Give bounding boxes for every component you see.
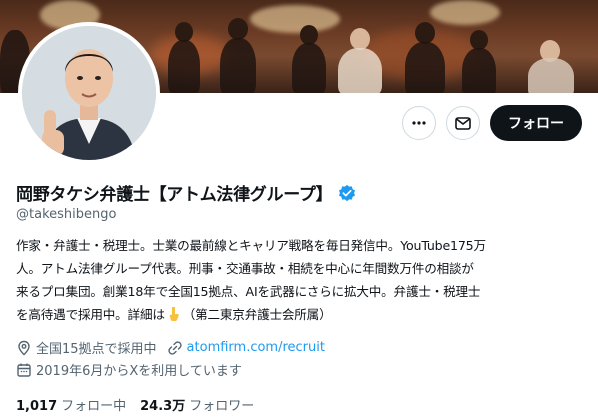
verified-badge-icon[interactable] (338, 184, 356, 202)
banner-light (250, 5, 340, 33)
display-name: 岡野タケシ弁護士【アトム法律グループ】 (16, 185, 333, 205)
location-text: 全国15拠点で採用中 (36, 342, 157, 357)
calendar-icon (17, 363, 31, 377)
banner-person (292, 43, 326, 93)
avatar-photo (22, 26, 156, 160)
bio: 作家・弁護士・税理士。士業の最前線とキャリア戦略を毎日発信中。YouTube17… (16, 234, 586, 326)
banner-person (228, 18, 248, 40)
location-pin-icon (18, 340, 30, 355)
following-count: 1,017 (16, 399, 58, 414)
bio-line: を高待遇で採用中。詳細は (16, 307, 165, 322)
follow-button[interactable]: フォロー (490, 105, 582, 141)
bio-line: 作家・弁護士・税理士。士業の最前線とキャリア戦略を毎日発信中。YouTube17… (16, 238, 486, 253)
name-row: 岡野タケシ弁護士【アトム法律グループ】 (16, 180, 356, 205)
message-icon (455, 117, 471, 130)
banner-person (470, 30, 488, 50)
banner-person (528, 58, 574, 93)
banner-person (338, 48, 382, 93)
banner-person (168, 40, 200, 93)
banner-person (405, 42, 445, 93)
followers-label: フォロワー (189, 399, 255, 414)
user-handle: @takeshibengo (16, 207, 117, 222)
bio-line: 人。アトム法律グループ代表。刑事・交通事故・相続を中心に年間数万件の相談が (16, 261, 474, 276)
website-link[interactable]: atomfirm.com/recruit (187, 340, 325, 355)
link-icon (167, 340, 182, 355)
profile-meta: 2019年6月からXを利用しています (16, 360, 242, 379)
bio-line: 来るプロ集団。創業18年で全国15拠点、AIを武器にさらに拡大中。弁護士・税理士 (16, 284, 481, 299)
message-button[interactable] (446, 106, 480, 140)
banner-person (350, 28, 370, 50)
banner-light (430, 0, 500, 25)
banner-person (175, 22, 193, 42)
following-label: フォロー中 (61, 399, 127, 414)
avatar[interactable] (18, 22, 160, 164)
banner-person (415, 22, 435, 44)
follow-stats: 1,017 フォロー中 24.3万 フォロワー (16, 395, 254, 414)
following-link[interactable]: 1,017 フォロー中 (16, 395, 126, 414)
profile-meta: 全国15拠点で採用中 atomfirm.com/recruit (16, 338, 325, 357)
banner-person (300, 25, 318, 45)
bio-line: （第二東京弁護士会所属） (182, 307, 332, 322)
joined-date: 2019年6月からXを利用しています (36, 364, 242, 379)
pointing-down-emoji (169, 307, 179, 321)
more-icon (412, 121, 426, 125)
more-button[interactable] (402, 106, 436, 140)
profile-actions: フォロー (402, 105, 582, 141)
followers-count: 24.3万 (140, 399, 186, 414)
banner-person (220, 38, 256, 93)
banner-person (462, 48, 496, 93)
followers-link[interactable]: 24.3万 フォロワー (140, 395, 254, 414)
